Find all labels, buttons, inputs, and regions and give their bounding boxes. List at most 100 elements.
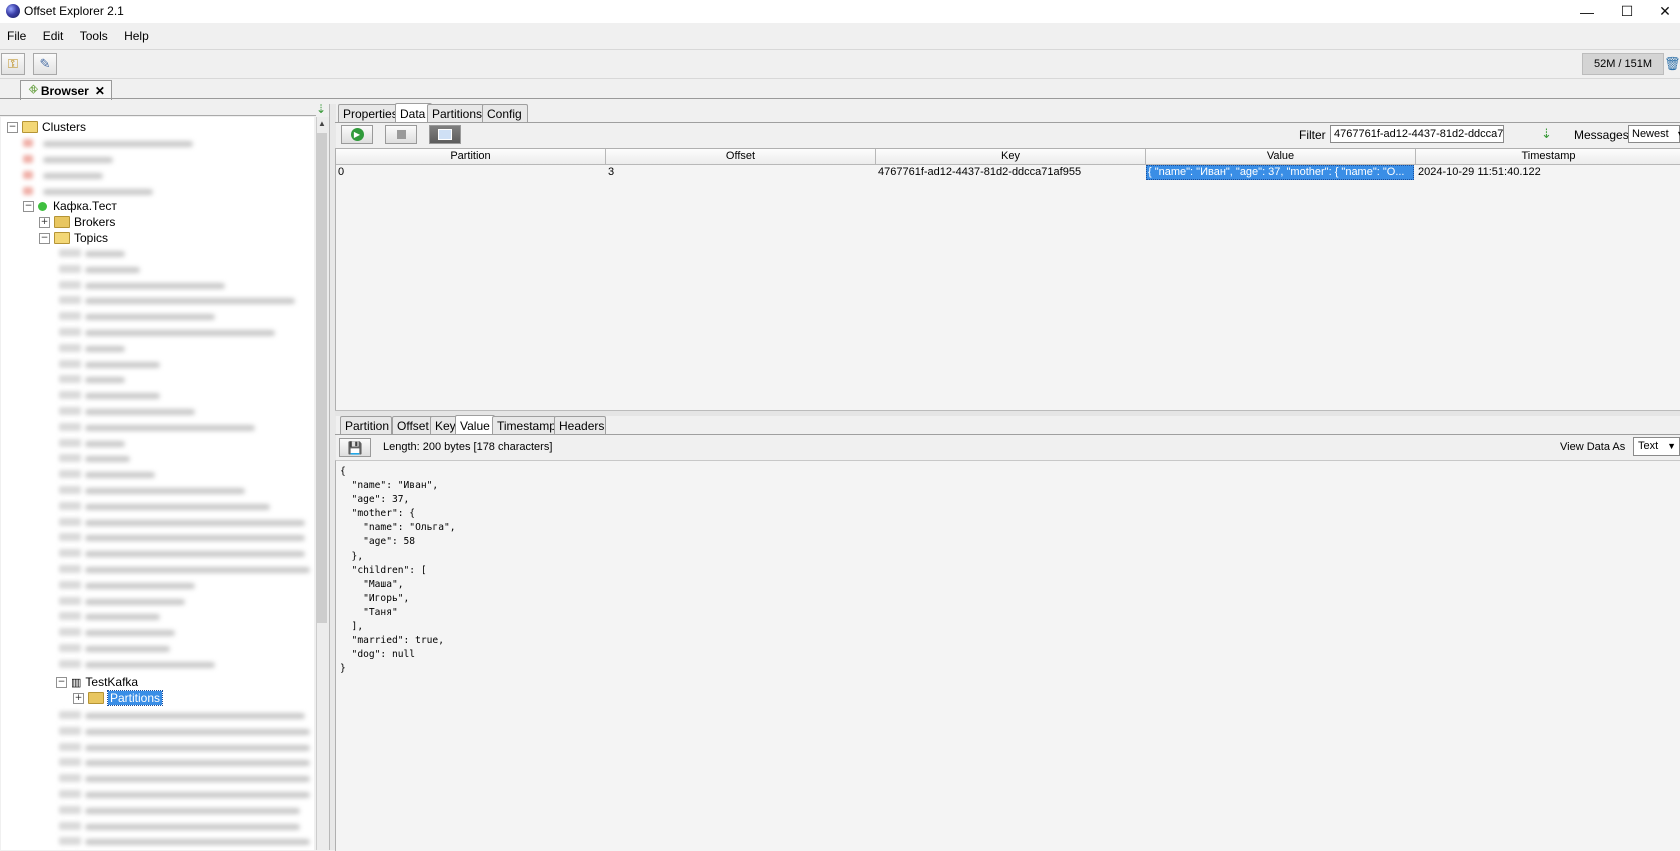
value-viewer[interactable]: { "name": "Иван", "age": 37, "mother": {… — [335, 460, 1680, 851]
redacted-topic-label — [85, 345, 125, 352]
menu-help[interactable]: Help — [117, 26, 155, 43]
expand-icon[interactable]: + — [39, 216, 50, 228]
connect-button[interactable]: ⚿ — [1, 53, 25, 75]
redacted-topic-label — [85, 567, 310, 573]
close-window-button[interactable]: ✕ — [1642, 0, 1680, 23]
detail-tab-value[interactable]: Value — [455, 415, 495, 435]
redacted-topic-icon — [59, 628, 81, 637]
column-header-value[interactable]: Value — [1146, 149, 1416, 165]
redacted-topic-icon — [59, 612, 81, 621]
app-logo-icon — [6, 4, 20, 18]
refresh-tree-icon[interactable]: ⇣ — [316, 102, 326, 116]
messages-label: Messages — [1574, 128, 1629, 142]
divider — [0, 115, 316, 116]
cell-key[interactable]: 4767761f-ad12-4437-81d2-ddcca71af955 — [876, 165, 1145, 180]
start-button[interactable]: ▶ — [341, 125, 373, 144]
redacted-topic-label — [85, 535, 305, 542]
tree-node-cluster[interactable]: − Кафка.Тест — [23, 198, 117, 214]
detail-tab-headers[interactable]: Headers — [554, 416, 606, 434]
folder-open-icon — [54, 232, 70, 244]
redacted-topic-icon — [59, 549, 81, 558]
redacted-topic-label — [85, 823, 300, 830]
view-button[interactable] — [429, 125, 461, 144]
redacted-topic-label — [85, 361, 160, 368]
redacted-topic-icon — [59, 659, 81, 668]
tree-node-topics[interactable]: − Topics — [39, 230, 108, 246]
tab-browser[interactable]: ⛗ Browser ✕ — [20, 80, 112, 100]
redacted-topic-label — [85, 760, 310, 767]
redacted-topic-icon — [59, 742, 81, 751]
cell-offset[interactable]: 3 — [606, 165, 875, 180]
redacted-topic-label — [85, 839, 310, 846]
collapse-icon[interactable]: − — [56, 676, 67, 688]
tree-label: Partitions — [106, 690, 164, 706]
tree-scrollbar-thumb[interactable] — [317, 133, 327, 623]
column-header-key[interactable]: Key — [876, 149, 1146, 165]
redacted-topic-label — [85, 330, 275, 336]
redacted-topic-icon — [59, 249, 81, 257]
filter-input[interactable]: 4767761f-ad12-4437-81d2-ddcca71af955 — [1330, 125, 1504, 143]
redacted-topic-icon — [59, 758, 81, 767]
value-json-text[interactable]: { "name": "Иван", "age": 37, "mother": {… — [340, 465, 456, 676]
apply-filter-icon[interactable]: ⇣ — [1541, 126, 1552, 142]
redacted-topic-label — [85, 792, 310, 798]
detail-tab-offset[interactable]: Offset — [392, 416, 434, 434]
redacted-topic-icon — [59, 470, 81, 479]
tree-node-partitions[interactable]: + Partitions — [73, 690, 164, 706]
tree-node-clusters[interactable]: − Clusters — [7, 119, 86, 135]
menu-edit[interactable]: Edit — [36, 26, 70, 43]
tree-node-brokers[interactable]: + Brokers — [39, 214, 115, 230]
redacted-topic-icon — [59, 296, 81, 305]
view-as-select[interactable]: Text ▼ — [1633, 437, 1680, 456]
messages-select[interactable]: Newest ▼ — [1628, 125, 1680, 143]
collapse-icon[interactable]: − — [23, 200, 34, 212]
redacted-topic-label — [85, 744, 310, 751]
redacted-topic-icon — [59, 501, 81, 510]
view-icon — [438, 129, 452, 140]
messages-value: Newest — [1632, 128, 1669, 140]
collapse-icon[interactable]: − — [7, 121, 18, 133]
column-header-timestamp[interactable]: Timestamp — [1416, 149, 1680, 165]
redacted-topic-icon — [59, 407, 81, 415]
redacted-topic-label — [85, 776, 310, 783]
divider — [335, 122, 1680, 123]
redacted-topic-icon — [59, 375, 81, 384]
column-header-offset[interactable]: Offset — [606, 149, 876, 165]
edit-button[interactable]: ✎ — [33, 53, 57, 75]
collapse-icon[interactable]: − — [39, 232, 50, 244]
tab-partitions[interactable]: Partitions — [427, 104, 484, 122]
redacted-topic-icon — [59, 580, 81, 589]
save-button[interactable]: 💾 — [339, 438, 371, 457]
tree-label: Clusters — [42, 120, 87, 134]
detail-tab-timestamp[interactable]: Timestamp — [492, 416, 556, 434]
cell-partition[interactable]: 0 — [336, 165, 605, 180]
redacted-topic-label — [85, 503, 270, 510]
redacted-topic-label — [85, 630, 175, 637]
detail-tab-partition[interactable]: Partition — [340, 416, 392, 434]
cell-timestamp[interactable]: 2024-10-29 11:51:40.122 — [1416, 165, 1680, 180]
window-title: Offset Explorer 2.1 — [24, 4, 124, 18]
redacted-topic-label — [85, 488, 245, 494]
tab-config[interactable]: Config — [482, 104, 528, 122]
column-header-partition[interactable]: Partition — [336, 149, 606, 165]
view-as-value: Text — [1638, 440, 1659, 452]
scroll-up-icon[interactable]: ▲ — [318, 119, 326, 128]
expand-icon[interactable]: + — [73, 692, 84, 704]
stop-button[interactable] — [385, 125, 417, 144]
cluster-tree[interactable]: − Clusters − Кафка.Тест + Brokers − Topi… — [1, 117, 314, 850]
folder-icon — [54, 216, 70, 228]
cell-value[interactable]: { "name": "Иван", "age": 37, "mother": {… — [1146, 165, 1414, 180]
redacted-topic-label — [85, 409, 195, 415]
close-tab-icon[interactable]: ✕ — [95, 84, 105, 98]
redacted-topic-label — [85, 456, 130, 463]
save-icon: 💾 — [347, 440, 363, 455]
messages-table[interactable]: Partition Offset Key Value Timestamp 0 3… — [335, 148, 1680, 412]
trash-icon[interactable]: 🗑 — [1664, 56, 1680, 72]
menu-file[interactable]: File — [0, 26, 32, 43]
redacted-topic-icon — [59, 821, 81, 830]
tab-properties[interactable]: Properties — [338, 104, 400, 122]
menu-tools[interactable]: Tools — [73, 26, 114, 43]
redacted-topic-label — [85, 582, 195, 589]
tree-icon: ⛗ — [29, 84, 38, 96]
tree-node-topic[interactable]: − ▥ TestKafka — [56, 674, 138, 690]
